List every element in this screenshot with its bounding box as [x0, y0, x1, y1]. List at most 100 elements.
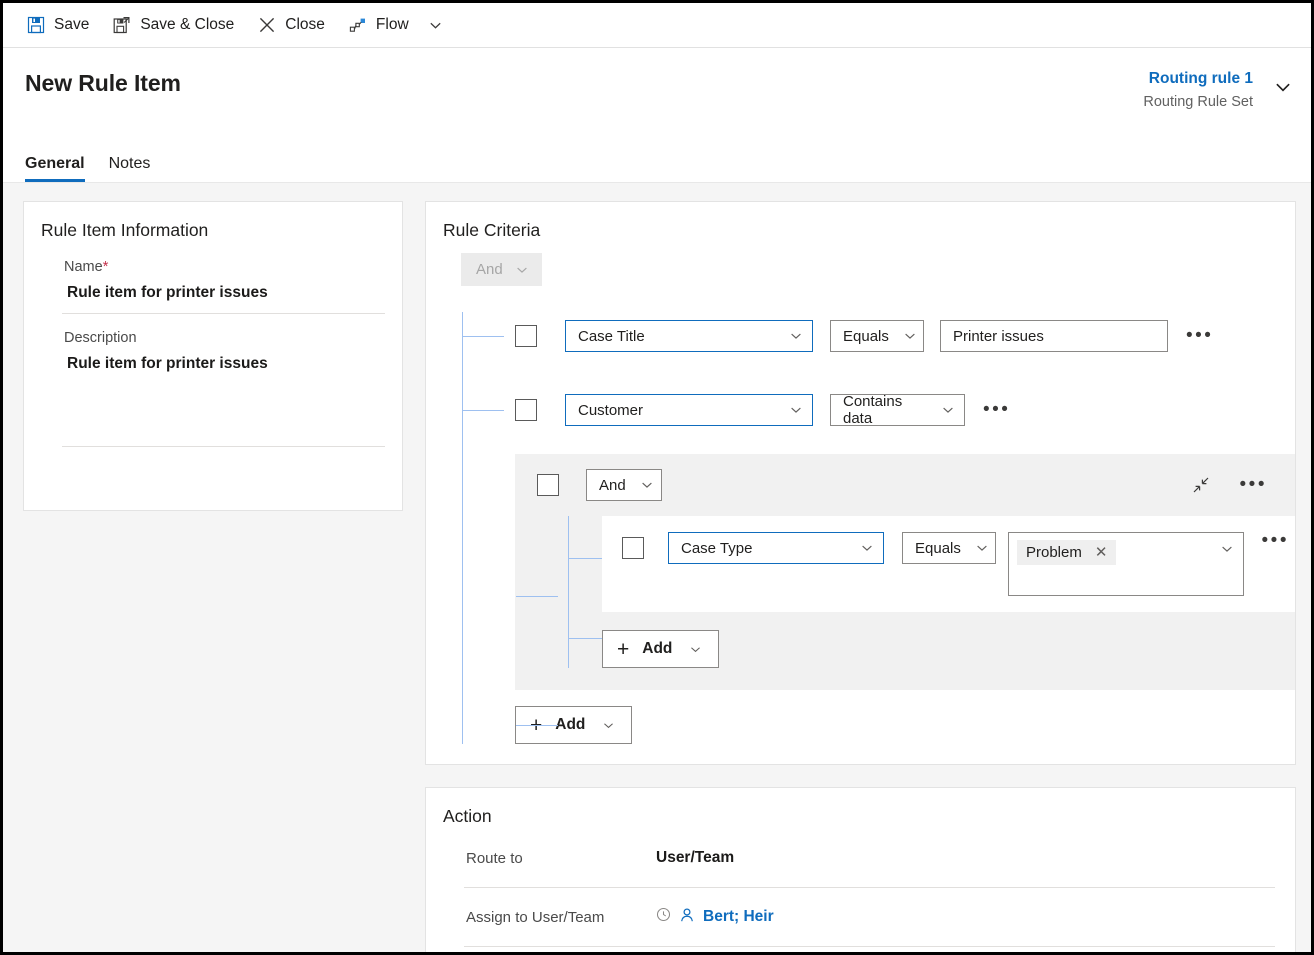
- context-record-link[interactable]: Routing rule 1: [1143, 69, 1253, 90]
- person-icon: [679, 907, 695, 928]
- rule-criteria-card: Rule Criteria And Case Title Equals Prin…: [425, 201, 1296, 765]
- criteria-row-more-icon[interactable]: •••: [1256, 531, 1295, 550]
- save-button[interactable]: Save: [15, 5, 101, 45]
- criteria-group-checkbox[interactable]: [537, 474, 559, 496]
- chevron-down-icon: [430, 22, 441, 29]
- criteria-attribute-select[interactable]: Case Title: [565, 320, 813, 352]
- save-and-close-button[interactable]: Save & Close: [101, 5, 246, 45]
- chevron-down-icon: [604, 722, 614, 728]
- save-and-close-button-label: Save & Close: [140, 16, 235, 33]
- page-title: New Rule Item: [25, 70, 181, 96]
- group-add-button[interactable]: + Add: [602, 630, 720, 668]
- assign-to-value[interactable]: Bert; Heir: [656, 907, 774, 928]
- root-add-row: + Add: [515, 706, 1295, 744]
- save-icon: [27, 16, 45, 34]
- chevron-down-icon[interactable]: [1220, 542, 1234, 556]
- criteria-attribute-select[interactable]: Case Type: [668, 532, 884, 564]
- criteria-operator-value: Equals: [843, 327, 889, 345]
- action-card: Action Route to User/Team Assign to User…: [425, 787, 1296, 952]
- tab-general[interactable]: General: [25, 155, 85, 182]
- form-header: New Rule Item Routing rule 1 Routing Rul…: [3, 48, 1311, 183]
- form-tabs: General Notes: [25, 155, 150, 182]
- root-logic-operator[interactable]: And: [461, 253, 542, 286]
- right-column: Rule Criteria And Case Title Equals Prin…: [425, 201, 1296, 952]
- value-token-remove-icon[interactable]: ✕: [1095, 543, 1108, 561]
- action-title: Action: [443, 806, 492, 826]
- required-asterisk: *: [102, 259, 109, 275]
- save-button-label: Save: [54, 16, 90, 33]
- criteria-attribute-value: Case Type: [681, 539, 753, 557]
- criteria-attribute-select[interactable]: Customer: [565, 394, 813, 426]
- criteria-row: Case Type Equals Problem ✕ •••: [602, 516, 1295, 612]
- description-field-value[interactable]: Rule item for printer issues: [64, 346, 385, 446]
- criteria-value-input[interactable]: Printer issues: [940, 320, 1168, 352]
- flow-button[interactable]: Flow: [337, 5, 421, 45]
- criteria-tree: Case Title Equals Printer issues ••• Cus…: [461, 312, 1295, 744]
- chevron-down-icon: [791, 407, 801, 413]
- group-trunk-line: [568, 516, 569, 668]
- name-field-label: Name*: [64, 243, 385, 275]
- criteria-operator-select[interactable]: Contains data: [830, 393, 965, 427]
- criteria-group: And ••• Case Type Equals Problem ✕ ••• +…: [515, 454, 1295, 690]
- chevron-down-icon: [641, 482, 652, 488]
- form-body: Rule Item Information Name* Rule item fo…: [3, 183, 1311, 952]
- collapse-arrows-icon[interactable]: [1192, 476, 1210, 494]
- group-branch-line-add: [568, 638, 602, 639]
- chevron-down-icon: [1276, 83, 1290, 92]
- tab-notes[interactable]: Notes: [109, 155, 151, 182]
- route-to-row: Route to User/Team: [426, 829, 1295, 887]
- name-field: Name* Rule item for printer issues: [24, 243, 402, 313]
- rule-criteria-builder: And Case Title Equals Printer issues •••…: [426, 243, 1295, 744]
- criteria-operator-select[interactable]: Equals: [830, 320, 924, 352]
- chevron-down-icon: [516, 267, 527, 273]
- command-bar-overflow-chevron[interactable]: [421, 5, 451, 45]
- root-logic-label: And: [476, 261, 503, 278]
- left-column: Rule Item Information Name* Rule item fo…: [23, 201, 403, 511]
- criteria-group-header: And •••: [515, 454, 1295, 516]
- criteria-operator-select[interactable]: Equals: [902, 532, 996, 564]
- header-expand-chevron[interactable]: [1273, 77, 1293, 97]
- save-and-close-icon: [113, 16, 131, 34]
- flow-icon: [349, 16, 367, 34]
- criteria-group-more-icon[interactable]: •••: [1234, 475, 1273, 494]
- name-field-value[interactable]: Rule item for printer issues: [64, 275, 385, 313]
- value-token: Problem ✕: [1017, 540, 1117, 565]
- assign-to-person-link[interactable]: Bert; Heir: [703, 908, 774, 926]
- action-divider-bottom: [464, 946, 1275, 947]
- root-add-button-label: Add: [555, 716, 586, 733]
- criteria-row: Case Title Equals Printer issues •••: [461, 312, 1295, 360]
- tab-general-label: General: [25, 155, 85, 172]
- flow-button-label: Flow: [375, 16, 409, 33]
- criteria-value-multiselect[interactable]: Problem ✕: [1008, 532, 1244, 596]
- criteria-attribute-value: Customer: [578, 401, 644, 419]
- recent-clock-icon: [656, 907, 671, 927]
- criteria-group-logic-select[interactable]: And: [586, 469, 662, 501]
- criteria-row-checkbox[interactable]: [515, 399, 537, 421]
- chevron-down-icon: [943, 407, 953, 413]
- criteria-group-tools: •••: [1192, 475, 1273, 494]
- close-x-icon: [258, 16, 276, 34]
- criteria-row-more-icon[interactable]: •••: [977, 400, 1016, 419]
- criteria-attribute-value: Case Title: [578, 327, 645, 345]
- chevron-down-icon: [791, 333, 801, 339]
- rule-criteria-title: Rule Criteria: [443, 220, 541, 240]
- header-context: Routing rule 1 Routing Rule Set: [1143, 69, 1293, 112]
- close-button[interactable]: Close: [246, 5, 337, 45]
- criteria-row-checkbox[interactable]: [622, 537, 644, 559]
- group-add-button-label: Add: [642, 640, 673, 657]
- description-field: Description Rule item for printer issues: [24, 314, 402, 446]
- route-to-value[interactable]: User/Team: [656, 849, 734, 867]
- assign-to-row: Assign to User/Team Bert; Heir: [426, 888, 1295, 946]
- group-branch-line: [568, 558, 602, 559]
- criteria-row-more-icon[interactable]: •••: [1180, 326, 1219, 345]
- rule-item-information-card: Rule Item Information Name* Rule item fo…: [23, 201, 403, 511]
- tree-branch-line-add: [516, 725, 558, 726]
- tab-notes-label: Notes: [108, 155, 151, 172]
- tree-branch-line: [462, 336, 504, 337]
- tree-branch-line-group: [516, 596, 558, 597]
- plus-icon: +: [617, 637, 630, 661]
- context-entity-label: Routing Rule Set: [1143, 93, 1253, 110]
- criteria-row-checkbox[interactable]: [515, 325, 537, 347]
- value-token-label: Problem: [1026, 543, 1082, 561]
- route-to-label: Route to: [466, 849, 523, 867]
